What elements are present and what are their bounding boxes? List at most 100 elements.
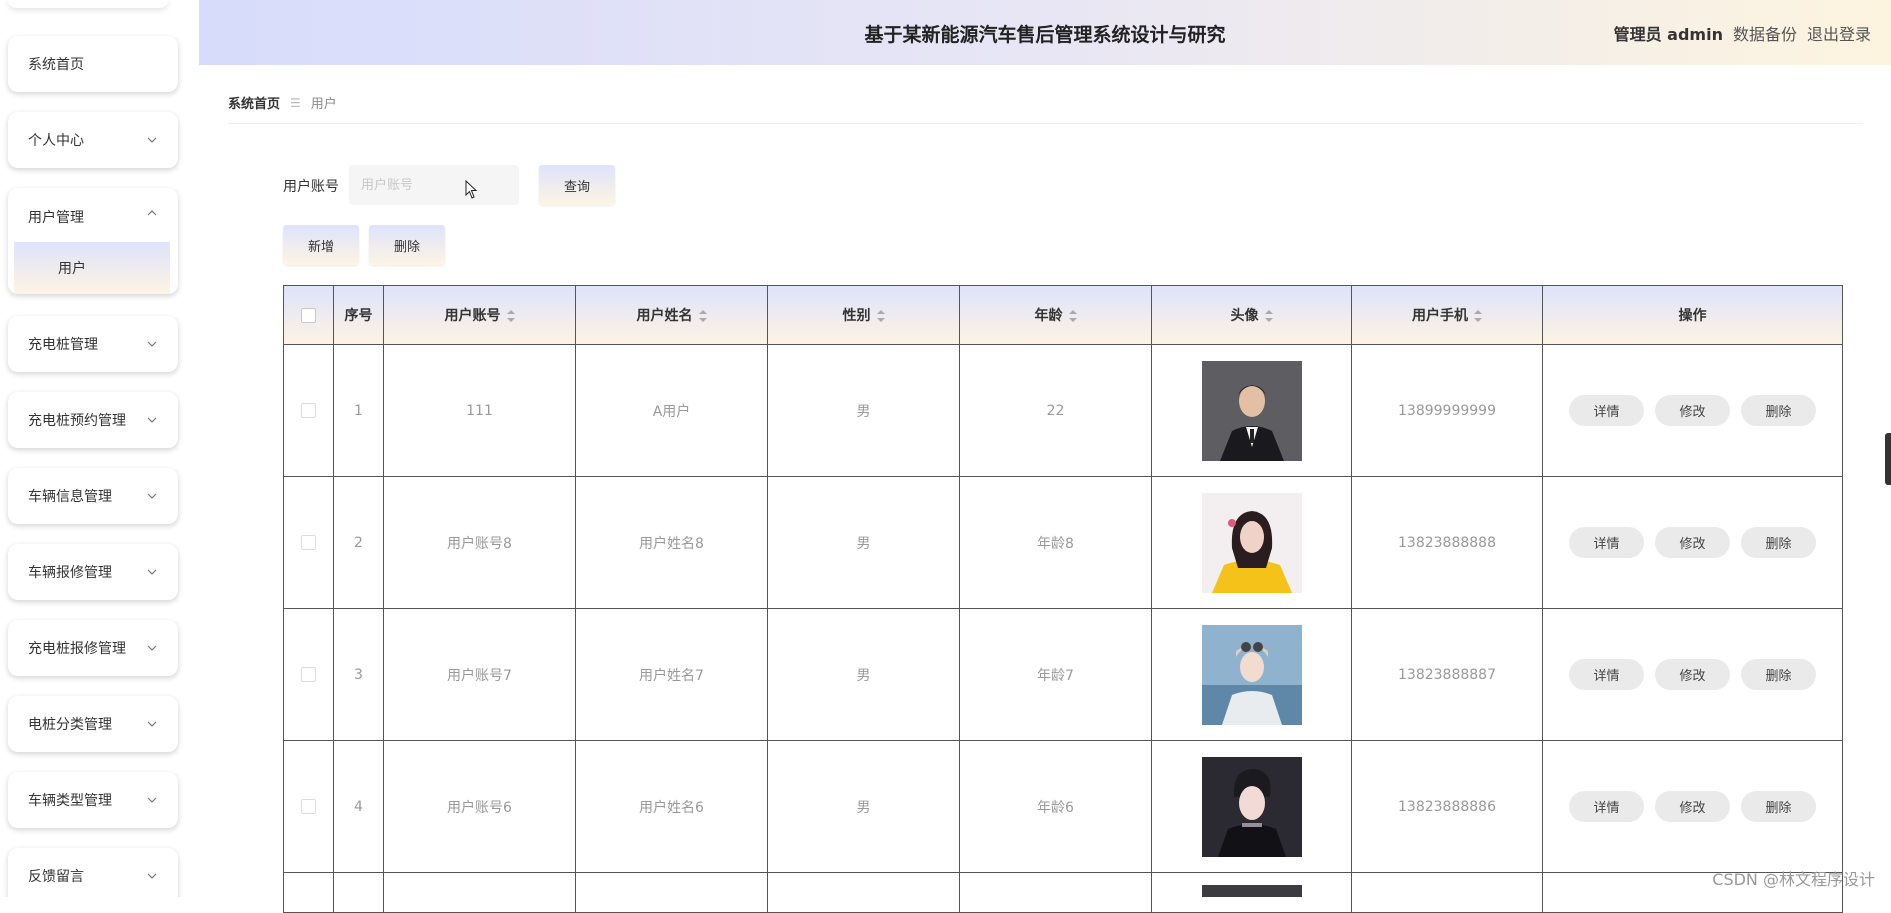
batch-delete-button[interactable]: 删除: [369, 225, 445, 265]
cell-account: 111: [383, 344, 576, 477]
edit-button[interactable]: 修改: [1655, 659, 1730, 690]
sort-icon[interactable]: [876, 310, 885, 322]
search-input[interactable]: [349, 165, 519, 205]
sidebar-item-home[interactable]: 系统首页: [8, 36, 178, 92]
row-checkbox[interactable]: [301, 799, 316, 814]
edit-button[interactable]: 修改: [1655, 791, 1730, 822]
sidebar-item-vehicle-info[interactable]: 车辆信息管理: [8, 468, 178, 524]
cell-account: 用户账号8: [383, 476, 576, 609]
cell-account: 用户账号7: [383, 608, 576, 741]
col-header-gender[interactable]: 性别: [767, 285, 960, 345]
add-button[interactable]: 新增: [283, 225, 359, 265]
col-header-account[interactable]: 用户账号: [383, 285, 576, 345]
sidebar-item-pile-repair[interactable]: 充电桩报修管理: [8, 620, 178, 676]
cell-phone: 13899999999: [1351, 344, 1543, 477]
avatar-image: [1201, 360, 1302, 461]
cell-gender: 男: [767, 740, 960, 873]
detail-button[interactable]: 详情: [1569, 791, 1644, 822]
sidebar-item-label: 充电桩预约管理: [28, 413, 126, 429]
detail-button[interactable]: 详情: [1569, 395, 1644, 426]
row-checkbox[interactable]: [301, 535, 316, 550]
sidebar-item-label: 反馈留言: [28, 869, 84, 885]
sidebar-item-label: 电桩分类管理: [28, 717, 112, 733]
table-header-row: 序号 用户账号 用户姓名 性别 年龄 头像 用户手机 操作: [283, 285, 1843, 345]
row-checkbox[interactable]: [301, 667, 316, 682]
sidebar-subitem-user[interactable]: 用户: [14, 242, 170, 294]
sidebar-item-personal-center[interactable]: 个人中心: [8, 112, 178, 168]
col-header-no: 序号: [333, 285, 384, 345]
watermark: CSDN @林文程序设计: [1712, 870, 1875, 889]
chevron-down-icon: [146, 134, 158, 146]
sidebar-item-label: 用户管理: [28, 210, 84, 226]
sort-icon[interactable]: [698, 310, 707, 322]
sidebar-item-label: 个人中心: [28, 133, 84, 149]
breadcrumb-home[interactable]: 系统首页: [228, 93, 280, 112]
search-label: 用户账号: [283, 179, 339, 195]
divider: [228, 123, 1863, 124]
sidebar-item-vehicle-repair[interactable]: 车辆报修管理: [8, 544, 178, 600]
breadcrumb-current: 用户: [310, 97, 337, 112]
cell-age: 年龄8: [959, 476, 1152, 609]
sort-icon[interactable]: [1264, 310, 1273, 322]
select-all-cell[interactable]: [283, 285, 334, 345]
col-header-phone[interactable]: 用户手机: [1351, 285, 1543, 345]
sidebar-item-feedback[interactable]: 反馈留言: [8, 848, 178, 897]
col-header-actions: 操作: [1542, 285, 1843, 345]
table-row: 3 用户账号7 用户姓名7 男 年龄7 13823888887 详情 修改 删除: [283, 608, 1843, 741]
sidebar-top-edge: [8, 0, 168, 8]
cell-name: 用户姓名7: [575, 608, 768, 741]
detail-button[interactable]: 详情: [1569, 527, 1644, 558]
edit-button[interactable]: 修改: [1655, 527, 1730, 558]
cell-phone: 13823888886: [1351, 740, 1543, 873]
logout-link[interactable]: 退出登录: [1807, 21, 1871, 45]
select-all-checkbox[interactable]: [301, 307, 316, 323]
sidebar-item-label: 车辆报修管理: [28, 565, 112, 581]
header-user-area: 管理员 admin 数据备份 退出登录: [1614, 21, 1871, 45]
avatar-image: [1201, 492, 1302, 593]
cell-no: 2: [333, 476, 384, 609]
cell-no: 1: [333, 344, 384, 477]
query-button[interactable]: 查询: [539, 165, 615, 205]
mouse-cursor-icon: [465, 180, 478, 199]
col-header-age[interactable]: 年龄: [959, 285, 1152, 345]
scrollbar-handle[interactable]: [1885, 433, 1891, 485]
chevron-down-icon: [146, 566, 158, 578]
cell-no: 4: [333, 740, 384, 873]
cell-phone: 13823888887: [1351, 608, 1543, 741]
chevron-down-icon: [146, 718, 158, 730]
backup-link[interactable]: 数据备份: [1733, 21, 1797, 45]
col-header-avatar[interactable]: 头像: [1151, 285, 1352, 345]
delete-button[interactable]: 删除: [1741, 791, 1816, 822]
breadcrumb: 系统首页 ☰ 用户: [228, 93, 337, 113]
cell-name: 用户姓名6: [575, 740, 768, 873]
sidebar-item-pile-category[interactable]: 电桩分类管理: [8, 696, 178, 752]
sidebar-subitem-label: 用户: [58, 261, 86, 277]
chevron-down-icon: [146, 490, 158, 502]
sidebar-item-label: 车辆类型管理: [28, 793, 112, 809]
sidebar-item-label: 系统首页: [28, 57, 84, 73]
cell-age: 年龄7: [959, 608, 1152, 741]
cell-phone: 13823888888: [1351, 476, 1543, 609]
edit-button[interactable]: 修改: [1655, 395, 1730, 426]
sidebar-item-pile-reservation[interactable]: 充电桩预约管理: [8, 392, 178, 448]
table-row: 4 用户账号6 用户姓名6 男 年龄6 13823888886 详情 修改 删除: [283, 740, 1843, 873]
avatar-image: [1201, 885, 1302, 897]
table-row: 1 111 A用户 男 22 13899999999 详情 修改 删除: [283, 344, 1843, 477]
chevron-down-icon: [146, 794, 158, 806]
detail-button[interactable]: 详情: [1569, 659, 1644, 690]
chevron-down-icon: [146, 870, 158, 882]
sort-icon[interactable]: [1474, 310, 1482, 322]
sidebar-item-charging-pile[interactable]: 充电桩管理: [8, 316, 178, 372]
col-header-name[interactable]: 用户姓名: [575, 285, 768, 345]
breadcrumb-separator-icon: ☰: [290, 95, 301, 110]
sort-icon[interactable]: [1068, 310, 1077, 322]
delete-button[interactable]: 删除: [1741, 527, 1816, 558]
delete-button[interactable]: 删除: [1741, 659, 1816, 690]
cell-no: 3: [333, 608, 384, 741]
cell-gender: 男: [767, 476, 960, 609]
sidebar-item-vehicle-type[interactable]: 车辆类型管理: [8, 772, 178, 828]
delete-button[interactable]: 删除: [1741, 395, 1816, 426]
sort-icon[interactable]: [506, 310, 515, 322]
row-checkbox[interactable]: [301, 403, 316, 418]
chevron-up-icon: [146, 207, 158, 219]
